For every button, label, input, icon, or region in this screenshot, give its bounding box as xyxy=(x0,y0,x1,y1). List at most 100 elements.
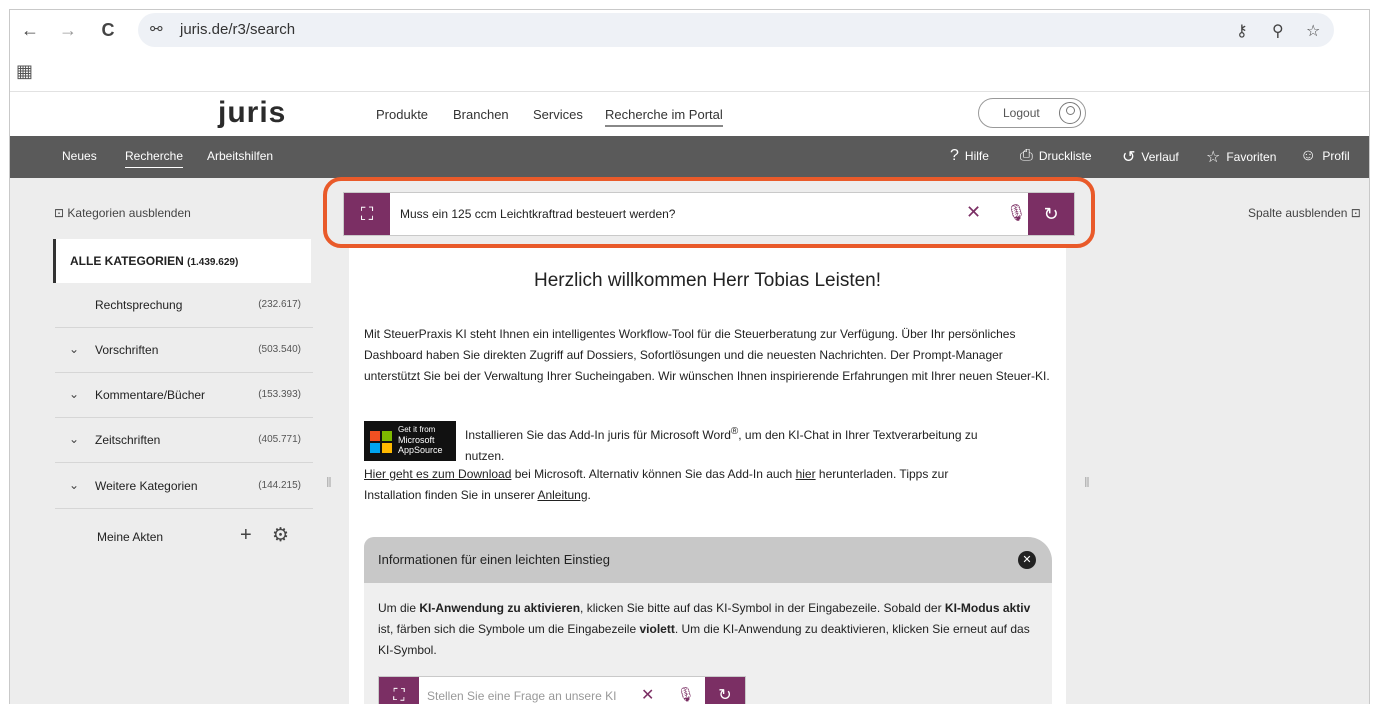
clear-icon[interactable]: ✕ xyxy=(966,202,981,223)
toolbar-verlauf-label: Verlauf xyxy=(1141,150,1179,164)
toolbar-verlauf[interactable]: ↺ Verlauf xyxy=(1122,147,1179,167)
info-header: Informationen für einen leichten Einstie… xyxy=(364,537,1052,583)
microphone-icon[interactable]: 🎙 xyxy=(677,686,695,703)
toolbar-favoriten[interactable]: ☆ Favoriten xyxy=(1206,147,1276,167)
ai-mode-icon[interactable]: ⛶ xyxy=(379,677,419,704)
apps-icon[interactable]: ▦ xyxy=(16,61,33,82)
hide-categories-label: Kategorien ausblenden xyxy=(67,206,191,220)
addin-text-c: nutzen. xyxy=(465,449,505,463)
guide-link[interactable]: Anleitung xyxy=(537,488,587,502)
close-icon[interactable]: ✕ xyxy=(1018,551,1036,569)
browser-window: ← → C ⚯ juris.de/r3/search ⚷ ⚲ ☆ ▦ juris… xyxy=(9,9,1370,704)
toolbar-hilfe[interactable]: ? Hilfe xyxy=(950,147,989,165)
toolbar-favoriten-label: Favoriten xyxy=(1226,150,1277,164)
main-panel: Herzlich willkommen Herr Tobias Leisten!… xyxy=(349,248,1066,704)
chevron-down-icon[interactable]: ⌄ xyxy=(69,478,79,492)
logout-label: Logout xyxy=(1003,106,1040,120)
toolbar-neues[interactable]: Neues xyxy=(62,149,97,163)
print-icon: ⎙ xyxy=(1020,147,1033,164)
here-link[interactable]: hier xyxy=(796,467,816,481)
sidebar-toggle-icon: ⊡ xyxy=(54,206,68,220)
example-search-input[interactable]: Stellen Sie eine Frage an unsere KI xyxy=(427,677,627,704)
welcome-heading: Herzlich willkommen Herr Tobias Leisten! xyxy=(533,270,882,291)
category-label: Vorschriften xyxy=(95,343,159,357)
category-label: Weitere Kategorien xyxy=(95,479,198,493)
search-input[interactable]: Muss ein 125 ccm Leichtkraftrad besteuer… xyxy=(400,193,940,235)
category-vorschriften[interactable]: ⌄ Vorschriften (503.540) xyxy=(55,328,313,373)
chevron-down-icon[interactable]: ⌄ xyxy=(69,432,79,446)
category-rechtsprechung[interactable]: Rechtsprechung (232.617) xyxy=(55,283,313,328)
zoom-icon[interactable]: ⚲ xyxy=(1272,21,1284,41)
clear-icon[interactable]: ✕ xyxy=(641,685,654,704)
info-text-2: , klicken Sie bitte auf das KI-Symbol in… xyxy=(580,601,945,615)
category-count: (405.771) xyxy=(258,434,301,445)
ai-mode-icon[interactable]: ⛶ xyxy=(344,193,390,235)
info-bold-2: KI-Modus aktiv xyxy=(944,601,1031,615)
site-header: juris Produkte Branchen Services Recherc… xyxy=(10,92,1369,136)
download-text-d: . xyxy=(587,488,591,502)
site-info-icon[interactable]: ⚯ xyxy=(150,20,163,38)
category-label: Rechtsprechung xyxy=(95,298,183,312)
toolbar-profil[interactable]: ☺ Profil xyxy=(1300,147,1350,165)
juris-logo[interactable]: juris xyxy=(218,96,286,130)
hide-column-toggle[interactable]: Spalte ausblenden ⊡ xyxy=(1248,206,1361,220)
chevron-down-icon[interactable]: ⌄ xyxy=(69,387,79,401)
main-toolbar: Neues Recherche Arbeitshilfen ? Hilfe ⎙ … xyxy=(10,136,1369,178)
category-count: (144.215) xyxy=(258,480,301,491)
badge-small-text: Get it from xyxy=(398,425,436,434)
nav-produkte[interactable]: Produkte xyxy=(376,107,428,122)
back-icon[interactable]: ← xyxy=(16,16,44,44)
download-text-c: Installation finden Sie in unserer xyxy=(364,488,538,502)
chevron-down-icon[interactable]: ⌄ xyxy=(69,342,79,356)
category-all-count: (1.439.629) xyxy=(187,257,239,268)
forward-icon[interactable]: → xyxy=(54,16,82,44)
url-text[interactable]: juris.de/r3/search xyxy=(180,21,295,38)
akten-settings-gear-icon[interactable]: ⚙ xyxy=(272,524,289,547)
toolbar-recherche[interactable]: Recherche xyxy=(125,149,184,168)
search-submit-icon[interactable]: ↻ xyxy=(1028,193,1074,235)
download-text: Hier geht es zum Download bei Microsoft.… xyxy=(364,464,1054,506)
nav-services[interactable]: Services xyxy=(533,107,583,122)
download-link[interactable]: Hier geht es zum Download xyxy=(364,467,511,481)
addin-text-a: Installieren Sie das Add-In juris für Mi… xyxy=(465,428,731,442)
search-submit-icon[interactable]: ↻ xyxy=(705,677,745,704)
microphone-icon[interactable]: 🎙 xyxy=(1006,203,1026,223)
toolbar-arbeitshilfen[interactable]: Arbeitshilfen xyxy=(207,149,273,163)
badge-line2: AppSource xyxy=(398,445,443,455)
toolbar-druckliste[interactable]: ⎙ Druckliste xyxy=(1020,147,1092,165)
toolbar-profil-label: Profil xyxy=(1322,149,1350,163)
info-box: Informationen für einen leichten Einstie… xyxy=(364,537,1052,704)
info-title: Informationen für einen leichten Einstie… xyxy=(378,552,610,567)
example-search-bar: ⛶ Stellen Sie eine Frage an unsere KI ✕ … xyxy=(378,676,746,704)
add-akte-plus-icon[interactable]: + xyxy=(240,524,252,547)
download-text-b: herunterladen. Tipps zur xyxy=(815,467,949,481)
toolbar-druckliste-label: Druckliste xyxy=(1038,149,1092,163)
toolbar-hilfe-label: Hilfe xyxy=(964,149,989,163)
microsoft-appsource-badge[interactable]: Get it from Microsoft AppSource xyxy=(364,421,456,461)
hide-categories-toggle[interactable]: ⊡ Kategorien ausblenden xyxy=(54,206,191,220)
info-text: Um die KI-Anwendung zu aktivieren, klick… xyxy=(378,598,1038,661)
nav-branchen[interactable]: Branchen xyxy=(453,107,509,122)
nav-recherche-im-portal[interactable]: Recherche im Portal xyxy=(605,107,723,127)
category-count: (232.617) xyxy=(258,299,301,310)
info-text-3: ist, färben sich die Symbole um die Eing… xyxy=(378,622,640,636)
category-weitere-kategorien[interactable]: ⌄ Weitere Kategorien (144.215) xyxy=(55,464,313,509)
addin-text-b: , um den KI-Chat in Ihrer Textverarbeitu… xyxy=(738,428,978,442)
category-kommentare-buecher[interactable]: ⌄ Kommentare/Bücher (153.393) xyxy=(55,373,313,418)
download-text-a: bei Microsoft. Alternativ können Sie das… xyxy=(511,467,796,481)
left-resize-handle[interactable]: ‖ xyxy=(326,474,332,490)
category-zeitschriften[interactable]: ⌄ Zeitschriften (405.771) xyxy=(55,418,313,463)
key-icon[interactable]: ⚷ xyxy=(1236,21,1248,41)
profile-icon: ☺ xyxy=(1300,147,1317,164)
column-toggle-icon: ⊡ xyxy=(1347,206,1361,220)
right-resize-handle[interactable]: ‖ xyxy=(1084,474,1090,490)
appsource-badge-text: Get it from Microsoft AppSource xyxy=(398,425,443,455)
category-all[interactable]: ALLE KATEGORIEN (1.439.629) xyxy=(53,239,311,283)
reload-icon[interactable]: C xyxy=(94,16,122,44)
address-bar[interactable]: ⚯ juris.de/r3/search ⚷ ⚲ ☆ xyxy=(138,13,1334,47)
logout-button[interactable]: Logout xyxy=(978,98,1086,128)
hide-column-label: Spalte ausblenden xyxy=(1248,206,1348,220)
meine-akten-label[interactable]: Meine Akten xyxy=(97,530,163,544)
info-bold-1: KI-Anwendung zu aktivieren xyxy=(419,601,581,615)
bookmark-star-icon[interactable]: ☆ xyxy=(1306,21,1320,41)
